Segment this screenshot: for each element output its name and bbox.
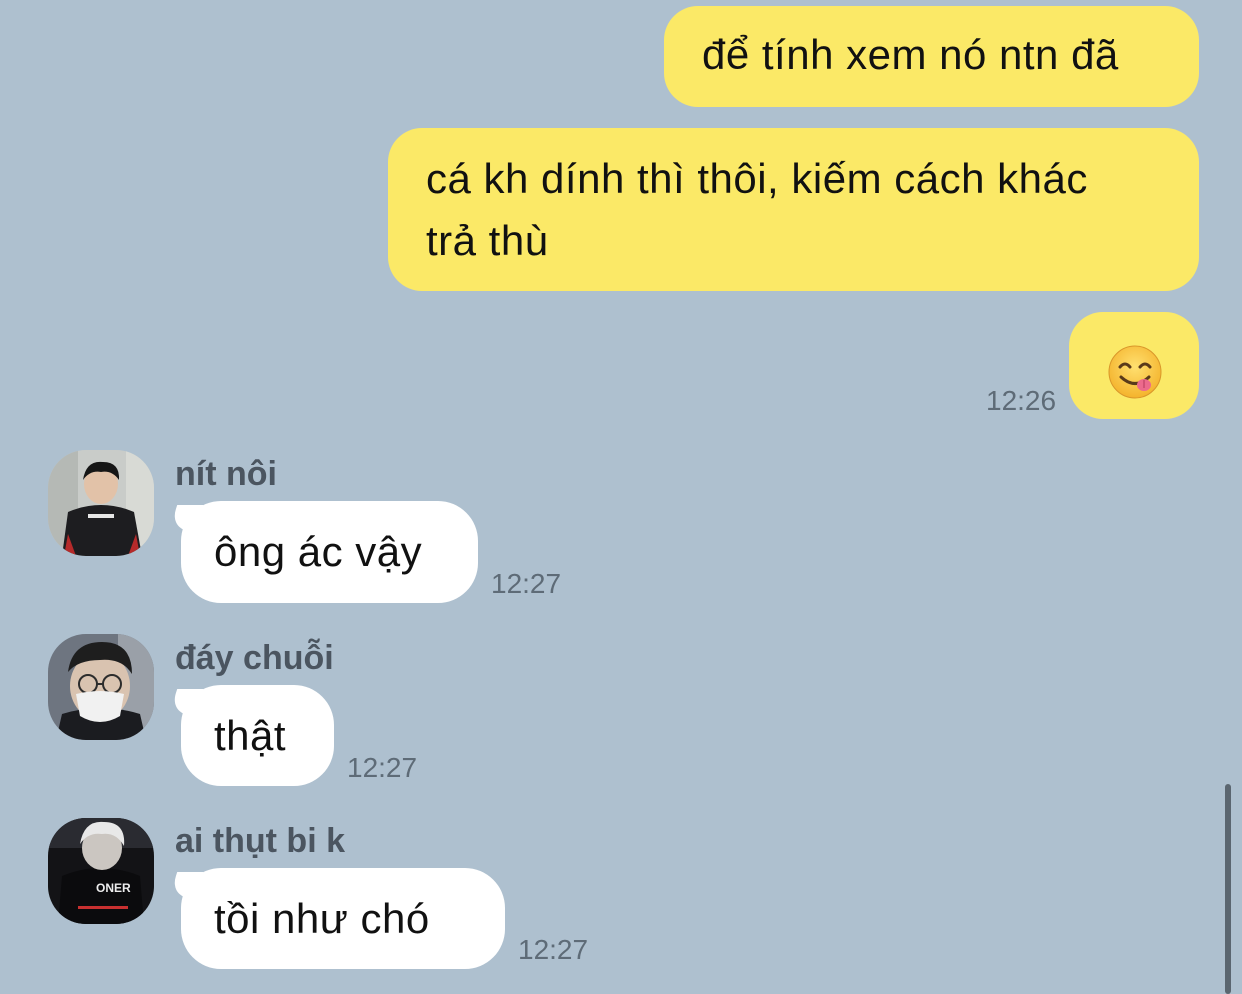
sender-name: ai thụt bi k (175, 822, 345, 860)
message-timestamp: 12:27 (518, 934, 589, 965)
avatar-photo-icon: ONER (48, 818, 154, 924)
message-timestamp: 12:27 (347, 752, 418, 783)
outgoing-emoji-bubble[interactable] (1069, 312, 1199, 419)
sender-avatar[interactable] (48, 450, 154, 556)
avatar-photo-icon (48, 634, 154, 740)
message-text-line: trả thù (426, 217, 549, 264)
sender-name: đáy chuỗi (175, 639, 334, 677)
incoming-message-bubble[interactable]: tồi như chó (181, 868, 505, 969)
avatar-photo-icon (48, 450, 154, 556)
sender-name: nít nôi (175, 455, 277, 493)
incoming-message-bubble[interactable]: ông ác vậy (181, 501, 478, 603)
message-text-line: cá kh dính thì thôi, kiếm cách khác (426, 155, 1088, 202)
message-text: ông ác vậy (214, 528, 423, 575)
message-text: tồi như chó (214, 895, 430, 942)
message-timestamp: 12:27 (491, 568, 562, 599)
avatar-jersey-text: ONER (96, 881, 131, 895)
outgoing-message-bubble[interactable]: cá kh dính thì thôi, kiếm cách khác trả … (388, 128, 1199, 291)
scrollbar[interactable] (1225, 784, 1231, 994)
face-savoring-food-icon (1108, 345, 1162, 399)
message-text: thật (214, 712, 287, 759)
chat-area[interactable]: để tính xem nó ntn đã cá kh dính thì thô… (0, 0, 1242, 994)
message-timestamp: 12:26 (986, 385, 1057, 416)
sender-avatar[interactable] (48, 634, 154, 740)
sender-avatar[interactable]: ONER (48, 818, 154, 924)
incoming-message-bubble[interactable]: thật (181, 685, 334, 786)
message-text: để tính xem nó ntn đã (702, 31, 1119, 78)
outgoing-message-bubble[interactable]: để tính xem nó ntn đã (664, 6, 1199, 107)
